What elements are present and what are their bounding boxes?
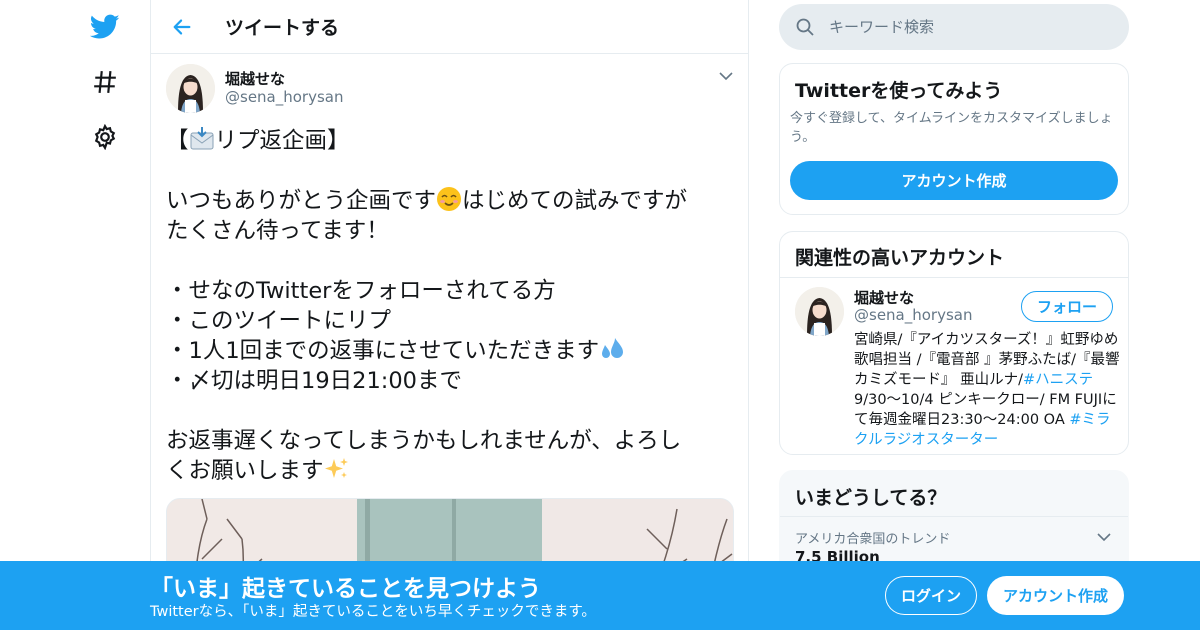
divider <box>780 277 1128 278</box>
banner-title: 「いま」起きていることを見つけよう <box>150 576 541 602</box>
twitter-logo-icon[interactable] <box>90 12 120 42</box>
main-header: ツイートする <box>151 0 748 54</box>
tweet-text: 【リプ返企画】 いつもありがとう企画です はじめての試みですが たくさん待ってます… <box>166 126 736 486</box>
divider <box>780 516 1128 517</box>
search-input[interactable] <box>829 4 1109 50</box>
main-column: ツイートする 堀越せな @sena_horysan 【リプ返企画】 いつもありが… <box>150 0 749 630</box>
signup-card-description: 今すぐ登録して、タイムラインをカスタマイズしましょう。 <box>790 111 1113 145</box>
related-accounts-title: 関連性の高いアカウント <box>795 247 1005 269</box>
left-nav <box>0 0 150 630</box>
signup-banner: 「いま」起きていることを見つけよう Twitterなら、「いま」起きていることを… <box>0 561 1200 630</box>
tweet-line: リプ返企画】 <box>214 128 350 154</box>
author-name[interactable]: 堀越せな <box>225 68 285 89</box>
tweet-line: お返事遅くなってしまうかもしれませんが、よろし <box>166 428 682 454</box>
signup-button[interactable]: アカウント作成 <box>987 576 1124 615</box>
sparkles-emoji-icon <box>324 456 350 482</box>
author-handle[interactable]: @sena_horysan <box>225 88 343 106</box>
smiling-face-emoji-icon <box>436 186 462 212</box>
gear-icon[interactable] <box>90 122 120 152</box>
related-account-bio: 宮崎県/『アイカツスターズ！』虹野ゆめ歌唱担当 /『電音部 』茅野ふたば/『最響… <box>854 330 1120 450</box>
tweet-line: ・〆切は明日19日21:00まで <box>166 368 462 394</box>
tweet-line: たくさん待ってます！ <box>166 218 389 244</box>
search-icon <box>795 17 815 37</box>
related-accounts-card: 関連性の高いアカウント 堀越せな @sena_horysan フォロー 宮崎県/… <box>779 231 1129 455</box>
tweet-author: 堀越せな @sena_horysan <box>166 64 736 114</box>
sweat-droplets-emoji-icon <box>599 336 625 362</box>
signup-card-title: Twitterを使ってみよう <box>795 80 1003 102</box>
avatar[interactable] <box>795 287 844 336</box>
follow-button[interactable]: フォロー <box>1021 291 1113 322</box>
related-account-name[interactable]: 堀越せな <box>854 287 914 308</box>
avatar[interactable] <box>166 64 215 113</box>
chevron-down-icon[interactable] <box>1096 529 1112 545</box>
tweet-line: ・1人1回までの返事にさせていただきます <box>166 338 600 364</box>
hashtag-link[interactable]: #ハニステ <box>1023 372 1093 388</box>
back-arrow-icon[interactable] <box>169 14 195 40</box>
tweet-line: くお願いします <box>166 458 324 484</box>
search-bar[interactable] <box>779 4 1129 50</box>
banner-subtitle: Twitterなら、「いま」起きていることをいち早くチェックできます。 <box>150 604 596 620</box>
tweet-line: ・このツイートにリプ <box>166 308 392 334</box>
tweet-line: はじめての試みですが <box>462 188 688 214</box>
tweet-line: いつもありがとう企画です <box>166 188 437 214</box>
tweet-line: ・せなのTwitterをフォローされてる方 <box>166 278 556 304</box>
page-title: ツイートする <box>225 17 340 39</box>
chevron-down-icon[interactable] <box>718 68 734 84</box>
login-button[interactable]: ログイン <box>885 576 977 615</box>
hashtag-icon[interactable] <box>90 67 120 97</box>
envelope-arrow-emoji-icon <box>189 126 215 152</box>
signup-card: Twitterを使ってみよう 今すぐ登録して、タイムラインをカスタマイズしましょ… <box>779 63 1129 215</box>
related-account-handle[interactable]: @sena_horysan <box>854 306 972 324</box>
trend-meta: アメリカ合衆国のトレンド <box>795 532 951 547</box>
create-account-button[interactable]: アカウント作成 <box>790 161 1118 200</box>
trends-title: いまどうしてる？ <box>795 487 947 509</box>
tweet-line: 【 <box>166 128 189 154</box>
